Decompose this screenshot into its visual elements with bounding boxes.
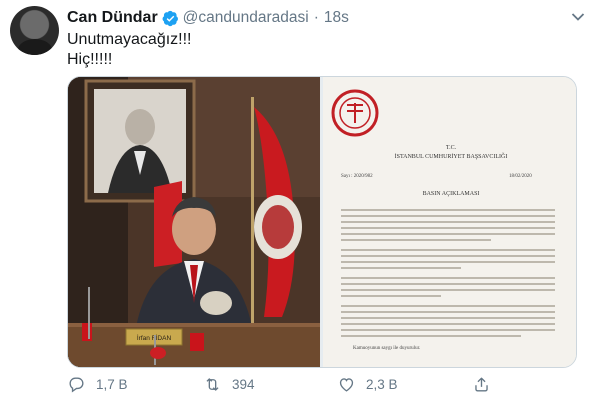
retweet-count: 394 — [232, 376, 255, 392]
official-photo-image: İrfan FİDAN — [68, 77, 320, 367]
doc-office: İSTANBUL CUMHURİYET BAŞSAVCILIĞI — [395, 152, 508, 160]
doc-title: BASIN AÇIKLAMASI — [423, 191, 480, 197]
author-name[interactable]: Can Dündar — [67, 9, 158, 27]
share-icon — [475, 376, 488, 392]
tweet-text-line: Hiç!!!!! — [67, 51, 113, 68]
tweet-header: Can Dündar @candundaradasi · 18s — [67, 7, 584, 29]
chevron-down-icon[interactable] — [571, 12, 585, 22]
author-avatar[interactable] — [10, 6, 59, 55]
retweet-button[interactable]: 394 — [203, 371, 255, 397]
tweet-timestamp[interactable]: 18s — [324, 9, 349, 27]
verified-badge-icon — [162, 10, 178, 26]
media-photo-document[interactable]: T.C. İSTANBUL CUMHURİYET BAŞSAVCILIĞI Sa… — [323, 77, 576, 367]
share-button[interactable] — [472, 371, 501, 397]
reply-button[interactable]: 1,7 B — [67, 371, 128, 397]
media-photo-official[interactable]: İrfan FİDAN — [68, 77, 320, 367]
doc-number: Sayı : 2020/982 — [341, 174, 373, 179]
tweet-actions: 1,7 B 394 2,3 B — [67, 371, 587, 397]
doc-closing: Kamuoyunun saygı ile duyurulur. — [353, 346, 420, 351]
separator-dot: · — [313, 9, 319, 26]
doc-tc: T.C. — [446, 145, 457, 151]
reply-icon — [69, 376, 84, 393]
tweet-text-line: Unutmayacağız!!! — [67, 31, 192, 48]
like-button[interactable]: 2,3 B — [337, 371, 398, 397]
author-handle[interactable]: @candundaradasi — [183, 9, 309, 27]
like-count: 2,3 B — [366, 376, 398, 392]
doc-date: 18/02/2020 — [509, 174, 532, 179]
document-photo-image: T.C. İSTANBUL CUMHURİYET BAŞSAVCILIĞI Sa… — [323, 77, 576, 367]
tweet-media[interactable]: İrfan FİDAN T.C. İSTANBUL CUMHURİYET BAŞ… — [67, 76, 577, 368]
tweet-text: Unutmayacağız!!! Hiç!!!!! — [67, 30, 192, 70]
heart-icon — [339, 377, 354, 392]
retweet-icon — [206, 377, 219, 391]
reply-count: 1,7 B — [96, 376, 128, 392]
